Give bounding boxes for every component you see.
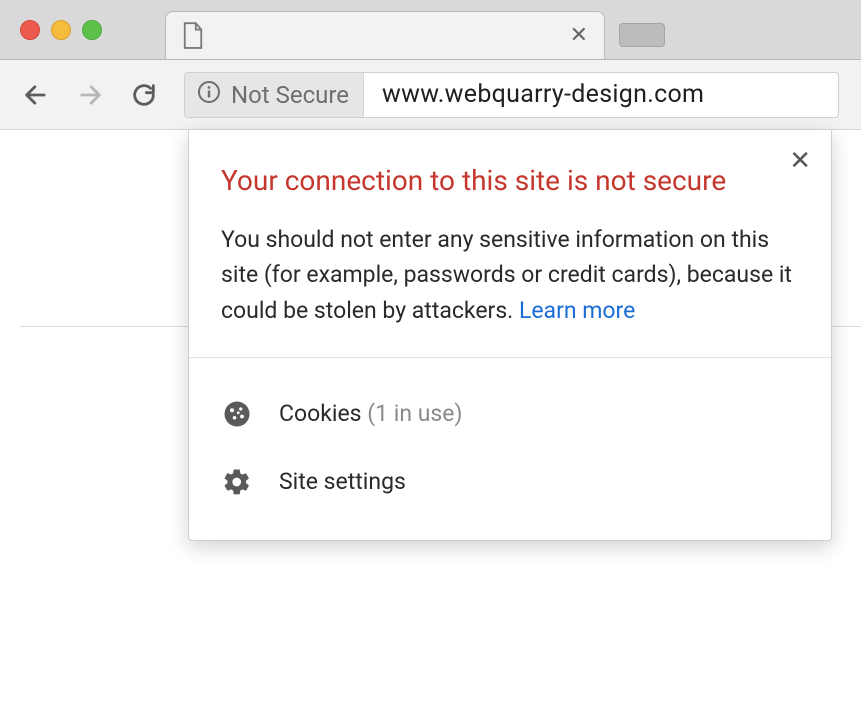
browser-tab[interactable]: ✕	[165, 11, 605, 59]
info-icon	[197, 80, 221, 110]
popover-title: Your connection to this site is not secu…	[221, 162, 799, 200]
window-minimize-button[interactable]	[51, 20, 71, 40]
window-controls	[20, 20, 102, 40]
cookies-label: Cookies	[279, 400, 362, 427]
popover-close-button[interactable]: ✕	[789, 148, 811, 174]
popover-description-text: You should not enter any sensitive infor…	[221, 226, 792, 324]
security-status-label: Not Secure	[231, 81, 349, 109]
gear-icon	[221, 466, 253, 498]
cookies-item-text: Cookies (1 in use)	[279, 400, 463, 427]
tab-strip: ✕	[165, 11, 665, 59]
window-title-bar: ✕	[0, 0, 861, 60]
site-settings-label: Site settings	[279, 468, 406, 495]
cookies-count: (1 in use)	[367, 400, 462, 427]
new-tab-button[interactable]	[619, 23, 665, 47]
forward-button[interactable]	[76, 81, 104, 109]
cookie-icon	[221, 398, 253, 430]
browser-toolbar: Not Secure www.webquarry-design.com	[0, 60, 861, 130]
tab-close-button[interactable]: ✕	[570, 23, 588, 48]
reload-button[interactable]	[130, 81, 158, 109]
site-settings-item[interactable]: Site settings	[221, 448, 799, 516]
window-close-button[interactable]	[20, 20, 40, 40]
cookies-item[interactable]: Cookies (1 in use)	[221, 380, 799, 448]
page-content: ✕ Your connection to this site is not se…	[0, 130, 861, 721]
popover-description: You should not enter any sensitive infor…	[221, 222, 799, 329]
back-button[interactable]	[22, 81, 50, 109]
window-maximize-button[interactable]	[82, 20, 102, 40]
popover-divider	[189, 357, 831, 358]
security-popover: ✕ Your connection to this site is not se…	[188, 130, 832, 541]
learn-more-link[interactable]: Learn more	[519, 297, 635, 324]
security-status-chip[interactable]: Not Secure	[185, 73, 364, 117]
url-text: www.webquarry-design.com	[364, 80, 722, 109]
file-icon	[182, 22, 204, 50]
address-bar[interactable]: Not Secure www.webquarry-design.com	[184, 72, 839, 118]
